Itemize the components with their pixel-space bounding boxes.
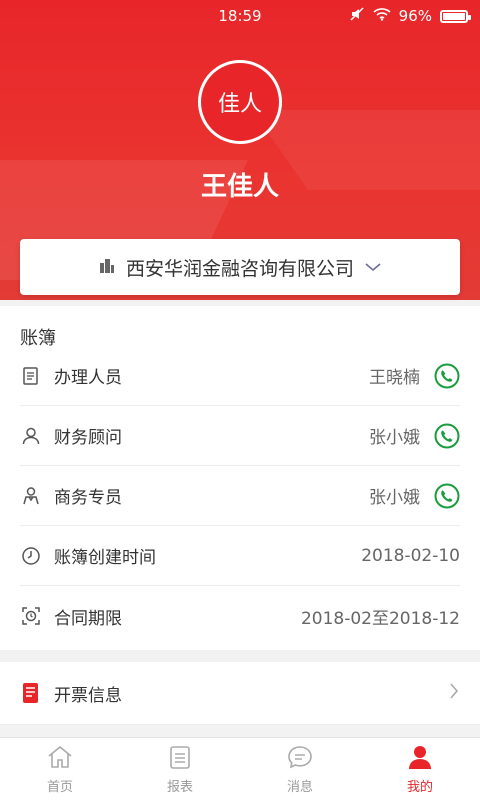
row-value: 2018-02至2018-12	[300, 608, 460, 629]
status-bar: 18:59 96%	[0, 0, 480, 32]
tab-label: 消息	[286, 780, 313, 795]
row-value: 张小娥	[369, 428, 420, 448]
bottom-tab-bar: 首页 报表 消息 我的	[0, 737, 480, 801]
row-advisor: 财务顾问 张小娥	[20, 406, 460, 466]
invoice-section: 开票信息	[0, 662, 480, 725]
tab-mine[interactable]: 我的	[360, 738, 480, 801]
company-selector[interactable]: 西安华润金融咨询有限公司	[20, 239, 460, 295]
phone-icon[interactable]	[434, 483, 460, 509]
tab-label: 报表	[166, 780, 193, 795]
user-filled-icon	[406, 744, 434, 774]
person-icon	[20, 485, 42, 507]
building-icon	[98, 256, 116, 278]
clock-icon	[20, 545, 42, 567]
battery-icon	[440, 9, 471, 23]
row-value: 张小娥	[369, 488, 420, 508]
row-label: 财务顾问	[54, 428, 122, 448]
message-icon	[286, 744, 314, 774]
row-label: 开票信息	[54, 685, 122, 706]
chevron-right-icon	[448, 681, 460, 705]
row-handler: 办理人员 王晓楠	[20, 346, 460, 406]
row-contract: 合同期限 2018-02至2018-12	[20, 586, 460, 646]
phone-icon[interactable]	[434, 363, 460, 389]
company-name: 西安华润金融咨询有限公司	[125, 257, 354, 280]
tab-messages[interactable]: 消息	[240, 738, 360, 801]
tab-reports[interactable]: 报表	[120, 738, 240, 801]
report-icon	[166, 744, 194, 774]
timer-icon	[20, 605, 42, 627]
row-label: 合同期限	[54, 608, 122, 629]
phone-icon[interactable]	[434, 423, 460, 449]
avatar[interactable]: 佳人	[198, 60, 282, 144]
row-commerce: 商务专员 张小娥	[20, 466, 460, 526]
row-label: 商务专员	[54, 488, 122, 508]
invoice-icon	[20, 682, 42, 704]
row-value: 2018-02-10	[361, 545, 460, 566]
invoice-info-item[interactable]: 开票信息	[20, 662, 460, 724]
wifi-icon	[373, 7, 391, 25]
tab-home[interactable]: 首页	[0, 738, 120, 801]
document-icon	[20, 365, 42, 387]
user-icon	[20, 425, 42, 447]
home-icon	[46, 744, 74, 774]
tab-label: 我的	[406, 780, 433, 795]
row-created: 账簿创建时间 2018-02-10	[20, 526, 460, 586]
row-label: 账簿创建时间	[54, 548, 156, 568]
mute-icon	[349, 6, 365, 26]
row-value: 王晓楠	[369, 368, 420, 388]
battery-percent: 96%	[398, 7, 432, 25]
user-name: 王佳人	[200, 172, 279, 202]
chevron-down-icon	[364, 258, 382, 277]
ledger-section: 账簿 办理人员 王晓楠 财务顾问 张小娥 商务专员 张小娥 账簿创建时间 201…	[0, 306, 480, 650]
tab-label: 首页	[46, 780, 73, 795]
row-label: 办理人员	[54, 368, 122, 388]
